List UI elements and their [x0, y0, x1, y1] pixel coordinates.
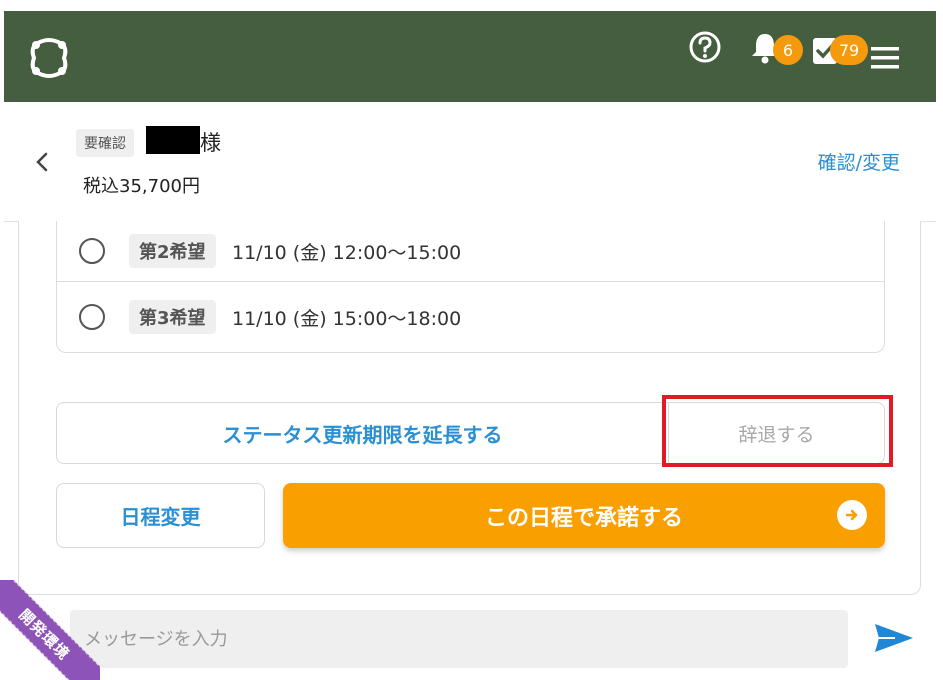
accept-label: この日程で承諾する [484, 505, 683, 531]
option-time: 11/10 (金) 15:00～18:00 [232, 307, 462, 330]
extend-deadline-button[interactable]: ステータス更新期限を延長する [57, 403, 669, 463]
app-header: 6 79 [4, 11, 936, 102]
radio-button[interactable] [79, 238, 105, 264]
dev-ribbon: 開発環境 [0, 580, 100, 680]
notification-badge: 6 [773, 35, 803, 65]
customer-name-redacted [146, 126, 200, 154]
accept-schedule-button[interactable]: この日程で承諾する [283, 483, 885, 548]
schedule-card: 第2希望 11/10 (金) 12:00～15:00 第3希望 11/10 (金… [18, 221, 921, 595]
schedule-option[interactable]: 第2希望 11/10 (金) 12:00～15:00 [57, 221, 884, 282]
schedule-options: 第2希望 11/10 (金) 12:00～15:00 第3希望 11/10 (金… [56, 221, 885, 353]
decline-button[interactable]: 辞退する [669, 403, 884, 463]
schedule-option[interactable]: 第3希望 11/10 (金) 15:00～18:00 [57, 281, 884, 353]
arrow-right-icon [837, 500, 867, 530]
message-input[interactable] [70, 610, 848, 668]
back-chevron-icon[interactable] [32, 150, 52, 174]
action-group: ステータス更新期限を延長する 辞退する [56, 402, 885, 464]
price: 税込35,700円 [83, 176, 200, 197]
logo-icon[interactable] [28, 37, 70, 79]
send-icon[interactable] [873, 620, 915, 656]
task-badge: 79 [830, 35, 868, 65]
option-label: 第2希望 [129, 234, 216, 268]
radio-button[interactable] [79, 304, 105, 330]
reschedule-button[interactable]: 日程変更 [56, 483, 265, 548]
dev-ribbon-label: 開発環境 [0, 580, 100, 680]
menu-icon[interactable] [868, 45, 902, 71]
status-tag: 要確認 [76, 129, 134, 157]
help-icon[interactable] [688, 30, 722, 64]
customer-info: 要確認 様 税込35,700円 確認/変更 [4, 102, 936, 222]
name-suffix: 様 [200, 131, 221, 155]
message-bar [0, 598, 943, 680]
option-label: 第3希望 [129, 300, 216, 334]
option-time: 11/10 (金) 12:00～15:00 [232, 241, 462, 264]
confirm-change-link[interactable]: 確認/変更 [818, 148, 900, 175]
